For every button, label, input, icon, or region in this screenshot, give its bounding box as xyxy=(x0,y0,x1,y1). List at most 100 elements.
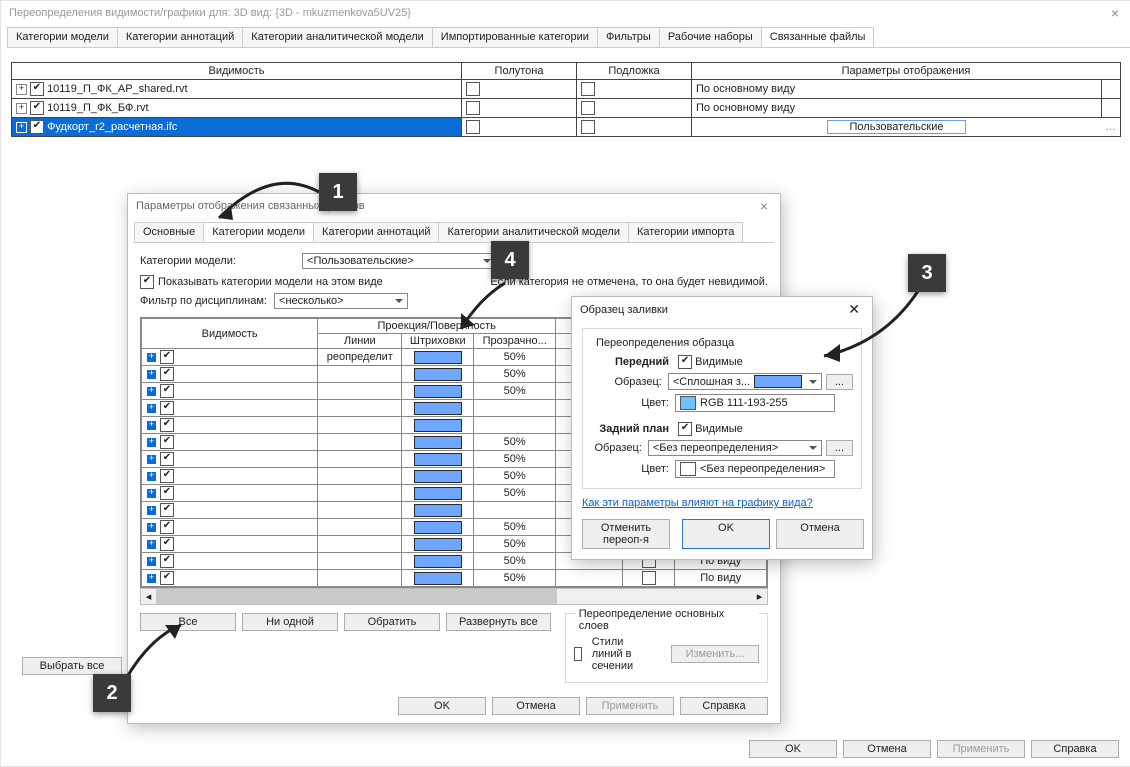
hatch-swatch[interactable] xyxy=(414,419,462,432)
hatch-swatch[interactable] xyxy=(414,572,462,585)
visibility-checkbox[interactable] xyxy=(160,520,174,534)
close-icon[interactable]: ✕ xyxy=(844,301,864,318)
halftone-checkbox[interactable] xyxy=(466,101,480,115)
ok-button[interactable]: OK xyxy=(398,697,486,715)
expand-icon[interactable]: + xyxy=(146,539,157,550)
cancel-button[interactable]: Отмена xyxy=(776,519,864,549)
expand-icon[interactable]: + xyxy=(146,454,157,465)
hatch-swatch[interactable] xyxy=(414,538,462,551)
table-row-selected[interactable]: + Фудкорт_r2_расчетная.ifc Пользовательс… xyxy=(12,118,1121,137)
expand-icon[interactable]: + xyxy=(146,386,157,397)
model-categories-dropdown[interactable]: <Пользовательские> xyxy=(302,253,496,269)
visibility-checkbox[interactable] xyxy=(160,469,174,483)
expand-icon[interactable]: + xyxy=(16,122,27,133)
select-all-button[interactable]: Все xyxy=(140,613,236,631)
expand-icon[interactable]: + xyxy=(16,84,27,95)
visibility-checkbox[interactable] xyxy=(160,418,174,432)
bg-pattern-dropdown[interactable]: <Без переопределения> xyxy=(648,440,822,456)
tab-analytical-categories[interactable]: Категории аналитической модели xyxy=(438,222,629,242)
scroll-left-icon[interactable]: ◂ xyxy=(141,589,156,604)
expand-icon[interactable]: + xyxy=(146,471,157,482)
reset-overrides-button[interactable]: Отменить переоп-я xyxy=(582,519,670,549)
apply-button[interactable]: Применить xyxy=(586,697,674,715)
expand-icon[interactable]: + xyxy=(146,522,157,533)
hatch-swatch[interactable] xyxy=(414,436,462,449)
help-button[interactable]: Справка xyxy=(1031,740,1119,758)
cancel-button[interactable]: Отмена xyxy=(843,740,931,758)
expand-icon[interactable]: + xyxy=(146,556,157,567)
linked-files-table[interactable]: Видимость Полутона Подложка Параметры от… xyxy=(11,62,1121,137)
hatch-swatch[interactable] xyxy=(414,368,462,381)
visibility-checkbox[interactable] xyxy=(160,401,174,415)
visibility-checkbox[interactable] xyxy=(30,101,44,115)
visibility-checkbox[interactable] xyxy=(160,503,174,517)
visibility-checkbox[interactable] xyxy=(160,486,174,500)
underlay-checkbox[interactable] xyxy=(581,120,595,134)
tab-annotation-categories[interactable]: Категории аннотаций xyxy=(117,27,243,47)
table-row[interactable]: + Гибкие воздуховоды50%По виду xyxy=(142,570,767,587)
select-none-button[interactable]: Ни одной xyxy=(242,613,338,631)
expand-icon[interactable]: + xyxy=(146,420,157,431)
fg-color-picker[interactable]: RGB 111-193-255 xyxy=(675,394,835,412)
ok-button[interactable]: OK xyxy=(749,740,837,758)
tab-worksets[interactable]: Рабочие наборы xyxy=(659,27,762,47)
tab-import-categories[interactable]: Категории импорта xyxy=(628,222,743,242)
visibility-checkbox[interactable] xyxy=(160,384,174,398)
underlay-checkbox[interactable] xyxy=(581,82,595,96)
table-row[interactable]: + 10119_П_ФК_АР_shared.rvt По основному … xyxy=(12,80,1121,99)
hatch-swatch[interactable] xyxy=(414,504,462,517)
hatch-swatch[interactable] xyxy=(414,521,462,534)
apply-button[interactable]: Применить xyxy=(937,740,1025,758)
show-categories-checkbox[interactable] xyxy=(140,275,154,289)
help-button[interactable]: Справка xyxy=(680,697,768,715)
select-all-outer-button[interactable]: Выбрать все xyxy=(22,657,122,675)
ok-button[interactable]: OK xyxy=(682,519,770,549)
tab-filters[interactable]: Фильтры xyxy=(597,27,660,47)
invert-button[interactable]: Обратить xyxy=(344,613,440,631)
bg-pattern-browse[interactable]: ... xyxy=(826,440,853,456)
edit-button[interactable]: Изменить... xyxy=(671,645,759,663)
underlay-checkbox[interactable] xyxy=(581,101,595,115)
bg-color-picker[interactable]: <Без переопределения> xyxy=(675,460,835,478)
hatch-swatch[interactable] xyxy=(414,555,462,568)
cut-line-styles-checkbox[interactable] xyxy=(574,647,582,661)
halftone-checkbox[interactable] xyxy=(466,120,480,134)
expand-icon[interactable]: + xyxy=(146,505,157,516)
visibility-checkbox[interactable] xyxy=(160,350,174,364)
expand-all-button[interactable]: Развернуть все xyxy=(446,613,551,631)
hatch-swatch[interactable] xyxy=(414,351,462,364)
scroll-right-icon[interactable]: ▸ xyxy=(752,589,767,604)
tab-analytical-categories[interactable]: Категории аналитической модели xyxy=(242,27,433,47)
table-row[interactable]: + 10119_П_ФК_БФ.rvt По основному виду xyxy=(12,99,1121,118)
visibility-checkbox[interactable] xyxy=(160,367,174,381)
expand-icon[interactable]: + xyxy=(146,352,157,363)
expand-icon[interactable]: + xyxy=(16,103,27,114)
visibility-checkbox[interactable] xyxy=(160,452,174,466)
display-setting[interactable]: По основному виду xyxy=(692,99,1102,118)
visibility-checkbox[interactable] xyxy=(160,554,174,568)
tab-model-categories[interactable]: Категории модели xyxy=(7,27,118,47)
visibility-checkbox[interactable] xyxy=(160,435,174,449)
bg-visible-checkbox[interactable] xyxy=(678,422,692,436)
hatch-swatch[interactable] xyxy=(414,470,462,483)
expand-icon[interactable]: + xyxy=(146,369,157,380)
discipline-filter-dropdown[interactable]: <несколько> xyxy=(274,293,408,309)
tab-basics[interactable]: Основные xyxy=(134,222,204,242)
hatch-swatch[interactable] xyxy=(414,402,462,415)
dots-icon[interactable]: … xyxy=(1105,121,1116,133)
display-setting-button[interactable]: Пользовательские xyxy=(827,120,967,134)
fg-visible-checkbox[interactable] xyxy=(678,355,692,369)
hatch-swatch[interactable] xyxy=(414,453,462,466)
help-link[interactable]: Как эти параметры влияют на графику вида… xyxy=(582,497,813,509)
tab-annotation-categories[interactable]: Категории аннотаций xyxy=(313,222,439,242)
expand-icon[interactable]: + xyxy=(146,573,157,584)
hatch-swatch[interactable] xyxy=(414,385,462,398)
cancel-button[interactable]: Отмена xyxy=(492,697,580,715)
close-icon[interactable]: × xyxy=(756,198,772,214)
expand-icon[interactable]: + xyxy=(146,437,157,448)
hatch-swatch[interactable] xyxy=(414,487,462,500)
horizontal-scrollbar[interactable]: ◂ ▸ xyxy=(140,588,768,605)
display-setting[interactable]: По основному виду xyxy=(692,80,1102,99)
halftone-checkbox[interactable] xyxy=(466,82,480,96)
visibility-checkbox[interactable] xyxy=(160,571,174,585)
